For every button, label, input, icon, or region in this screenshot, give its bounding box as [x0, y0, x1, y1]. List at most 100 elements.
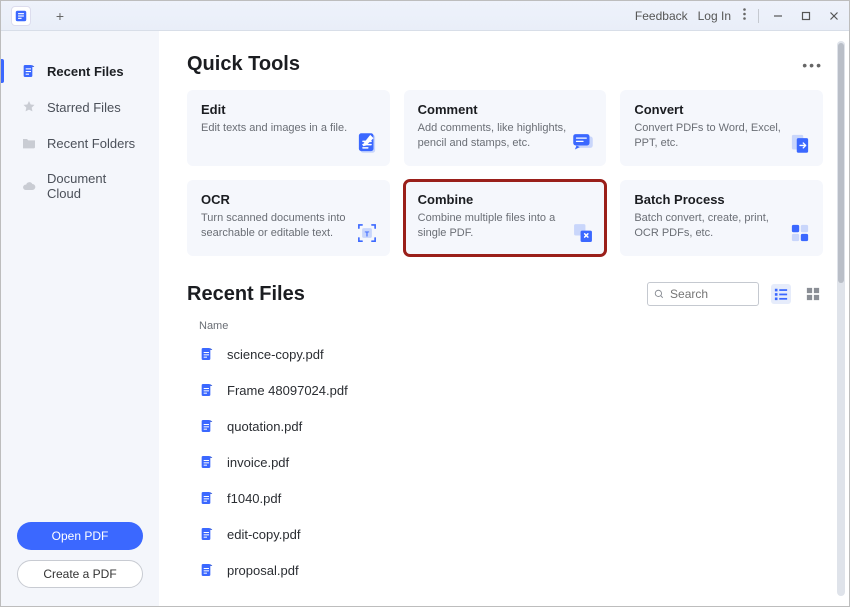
combine-icon [570, 220, 596, 246]
recent-files-title: Recent Files [187, 283, 305, 306]
tool-title: Edit [201, 102, 378, 117]
tool-desc: Edit texts and images in a file. [201, 121, 351, 136]
pdf-file-icon [199, 418, 215, 434]
sidebar-bottom: Open PDF Create a PDF [1, 512, 159, 606]
tool-card-combine[interactable]: Combine Combine multiple files into a si… [404, 180, 607, 256]
titlebar-divider [758, 9, 759, 23]
feedback-link[interactable]: Feedback [635, 9, 688, 23]
app-window: + Feedback Log In Recent Files [0, 0, 850, 607]
recent-files-icon [21, 63, 37, 79]
tool-desc: Turn scanned documents into searchable o… [201, 211, 351, 241]
sidebar-item-label: Recent Files [47, 64, 124, 79]
titlebar-right: Feedback Log In [635, 7, 843, 25]
sidebar-item-starred-files[interactable]: Starred Files [1, 89, 159, 125]
pdf-file-icon [199, 454, 215, 470]
file-row[interactable]: science-copy.pdf [187, 336, 823, 372]
file-row[interactable]: quotation.pdf [187, 408, 823, 444]
sidebar-item-label: Starred Files [47, 100, 121, 115]
close-button[interactable] [825, 7, 843, 25]
maximize-button[interactable] [797, 7, 815, 25]
new-tab-button[interactable]: + [53, 9, 67, 23]
titlebar: + Feedback Log In [1, 1, 849, 31]
svg-text:T: T [364, 229, 369, 238]
file-row[interactable]: edit-copy.pdf [187, 516, 823, 552]
list-view-icon [774, 287, 788, 301]
file-name: proposal.pdf [227, 563, 299, 578]
tool-desc: Add comments, like highlights, pencil an… [418, 121, 568, 151]
pdf-file-icon [199, 490, 215, 506]
grid-view-icon [806, 287, 820, 301]
app-logo[interactable] [11, 6, 31, 26]
tool-card-ocr[interactable]: OCR Turn scanned documents into searchab… [187, 180, 390, 256]
sidebar: Recent Files Starred Files Recent Folder… [1, 31, 159, 606]
search-box[interactable] [647, 282, 759, 306]
grid-view-button[interactable] [803, 284, 823, 304]
body: Recent Files Starred Files Recent Folder… [1, 31, 849, 606]
login-link[interactable]: Log In [698, 9, 731, 23]
file-name: invoice.pdf [227, 455, 289, 470]
file-row[interactable]: f1040.pdf [187, 480, 823, 516]
file-row[interactable]: Frame 48097024.pdf [187, 372, 823, 408]
file-name: edit-copy.pdf [227, 527, 300, 542]
tool-card-edit[interactable]: Edit Edit texts and images in a file. [187, 90, 390, 166]
list-view-button[interactable] [771, 284, 791, 304]
file-name: quotation.pdf [227, 419, 302, 434]
sidebar-item-document-cloud[interactable]: Document Cloud [1, 161, 159, 211]
tool-title: Batch Process [634, 192, 811, 207]
sidebar-item-label: Document Cloud [47, 171, 143, 201]
quick-tools-head: Quick Tools ••• [187, 53, 823, 76]
pdf-file-icon [199, 346, 215, 362]
search-icon [654, 288, 664, 300]
sidebar-item-recent-files[interactable]: Recent Files [1, 53, 159, 89]
tool-card-comment[interactable]: Comment Add comments, like highlights, p… [404, 90, 607, 166]
recent-controls [647, 282, 823, 306]
maximize-icon [801, 11, 811, 21]
sidebar-list: Recent Files Starred Files Recent Folder… [1, 53, 159, 512]
file-row[interactable]: proposal.pdf [187, 552, 823, 588]
folder-icon [21, 135, 37, 151]
file-row[interactable]: invoice.pdf [187, 444, 823, 480]
batch-icon [787, 220, 813, 246]
edit-icon [354, 130, 380, 156]
tool-card-convert[interactable]: Convert Convert PDFs to Word, Excel, PPT… [620, 90, 823, 166]
file-name: f1040.pdf [227, 491, 281, 506]
scrollbar-track[interactable] [837, 41, 845, 596]
pdf-file-icon [199, 562, 215, 578]
tool-title: Convert [634, 102, 811, 117]
scrollbar-thumb[interactable] [838, 43, 844, 283]
open-pdf-button[interactable]: Open PDF [17, 522, 143, 550]
pdf-file-icon [199, 382, 215, 398]
recent-files-head: Recent Files [187, 282, 823, 306]
star-icon [21, 99, 37, 115]
minimize-button[interactable] [769, 7, 787, 25]
tool-desc: Batch convert, create, print, OCR PDFs, … [634, 211, 784, 241]
convert-icon [787, 130, 813, 156]
create-pdf-button[interactable]: Create a PDF [17, 560, 143, 588]
ocr-icon: T [354, 220, 380, 246]
titlebar-left: + [7, 6, 67, 26]
main: Quick Tools ••• Edit Edit texts and imag… [159, 31, 849, 606]
file-name: science-copy.pdf [227, 347, 324, 362]
tools-grid: Edit Edit texts and images in a file. Co… [187, 90, 823, 256]
minimize-icon [773, 11, 783, 21]
kebab-menu[interactable] [741, 8, 748, 23]
pdf-file-icon [199, 526, 215, 542]
tool-desc: Convert PDFs to Word, Excel, PPT, etc. [634, 121, 784, 151]
sidebar-item-recent-folders[interactable]: Recent Folders [1, 125, 159, 161]
tool-title: Combine [418, 192, 595, 207]
search-input[interactable] [670, 287, 752, 301]
column-header-name: Name [187, 314, 823, 336]
file-name: Frame 48097024.pdf [227, 383, 348, 398]
tool-card-batch-process[interactable]: Batch Process Batch convert, create, pri… [620, 180, 823, 256]
file-list: science-copy.pdf Frame 48097024.pdf quot… [187, 336, 823, 588]
tool-title: Comment [418, 102, 595, 117]
quick-tools-title: Quick Tools [187, 53, 300, 76]
comment-icon [570, 130, 596, 156]
quick-tools-more[interactable]: ••• [802, 55, 823, 75]
logo-icon [14, 9, 28, 23]
sidebar-item-label: Recent Folders [47, 136, 135, 151]
close-icon [829, 11, 839, 21]
cloud-icon [21, 178, 37, 194]
tool-desc: Combine multiple files into a single PDF… [418, 211, 568, 241]
tool-title: OCR [201, 192, 378, 207]
